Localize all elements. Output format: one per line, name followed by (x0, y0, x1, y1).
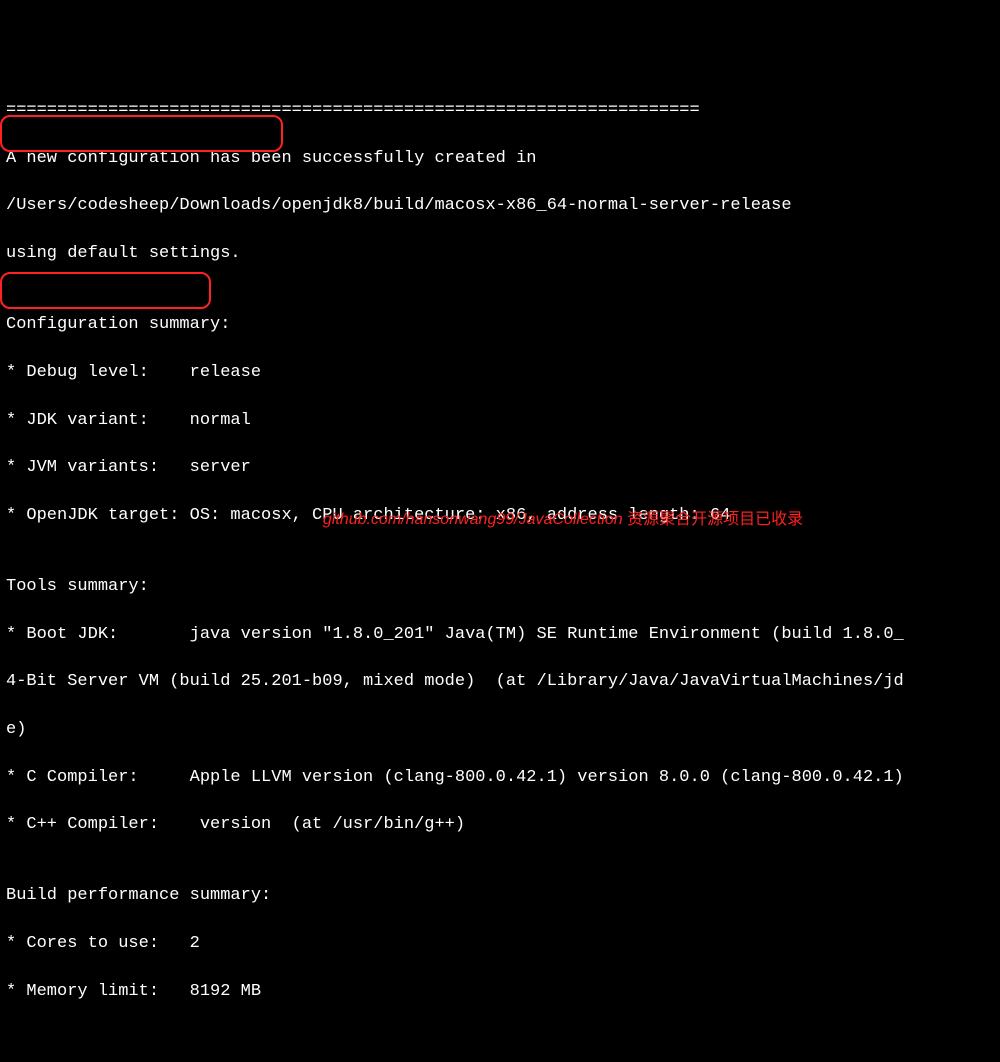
build-perf-memory: * Memory limit: 8192 MB (6, 980, 994, 1004)
tools-boot-jdk-l3: e) (6, 718, 994, 742)
tools-summary-header: Tools summary: (6, 575, 994, 599)
intro-line-1: A new configuration has been successfull… (6, 147, 994, 171)
build-perf-cores: * Cores to use: 2 (6, 932, 994, 956)
tools-cpp-compiler: * C++ Compiler: version (at /usr/bin/g++… (6, 813, 994, 837)
tools-boot-jdk-l2: 4-Bit Server VM (build 25.201-b09, mixed… (6, 670, 994, 694)
config-debug-level: * Debug level: release (6, 361, 994, 385)
intro-line-2-path: /Users/codesheep/Downloads/openjdk8/buil… (6, 194, 994, 218)
build-perf-header: Build performance summary: (6, 884, 994, 908)
tools-c-compiler: * C Compiler: Apple LLVM version (clang-… (6, 766, 994, 790)
intro-line-3: using default settings. (6, 242, 994, 266)
annotation-box-tools-summary (0, 272, 211, 309)
tools-boot-jdk-l1: * Boot JDK: java version "1.8.0_201" Jav… (6, 623, 994, 647)
config-summary-header: Configuration summary: (6, 313, 994, 337)
config-openjdk-target: * OpenJDK target: OS: macosx, CPU archit… (6, 504, 994, 528)
config-jvm-variants: * JVM variants: server (6, 456, 994, 480)
separator-line: ========================================… (6, 99, 994, 123)
config-jdk-variant: * JDK variant: normal (6, 409, 994, 433)
